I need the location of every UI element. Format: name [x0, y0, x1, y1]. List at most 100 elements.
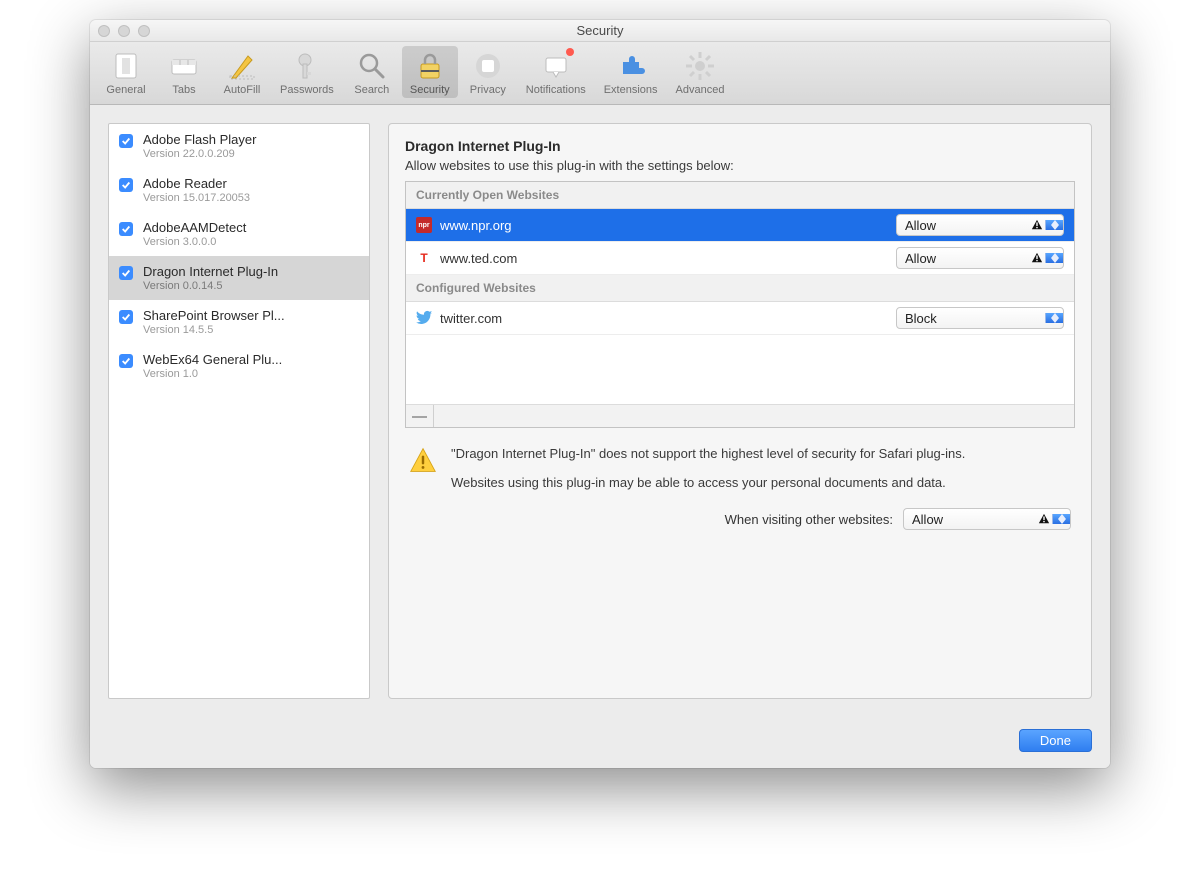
plugin-subtitle: Allow websites to use this plug-in with …	[405, 158, 1075, 173]
warning-line-2: Websites using this plug-in may be able …	[451, 475, 1071, 490]
plugin-item[interactable]: SharePoint Browser Pl...Version 14.5.5	[109, 300, 369, 344]
preferences-window: Security General Tabs AutoFill Passwords Sea…	[90, 20, 1110, 768]
websites-table-empty	[406, 335, 1074, 405]
permission-value: Block	[897, 311, 1045, 326]
toolbar-autofill[interactable]: AutoFill	[214, 46, 270, 98]
plugin-enabled-checkbox[interactable]	[119, 266, 133, 280]
plugin-item[interactable]: AdobeAAMDetectVersion 3.0.0.0	[109, 212, 369, 256]
websites-table: Currently Open Websites npr www.npr.org Al…	[405, 181, 1075, 428]
notifications-icon	[540, 50, 572, 82]
privacy-icon	[472, 50, 504, 82]
plugin-version: Version 22.0.0.209	[143, 148, 359, 160]
select-stepper-icon	[1045, 313, 1063, 323]
plugin-main-panel: Dragon Internet Plug-In Allow websites t…	[388, 123, 1092, 699]
plugin-name: WebEx64 General Plu...	[143, 352, 359, 367]
website-row[interactable]: npr www.npr.org Allow	[406, 209, 1074, 242]
plugin-enabled-checkbox[interactable]	[119, 134, 133, 148]
permission-value: Allow	[904, 512, 1036, 527]
permission-value: Allow	[897, 218, 1029, 233]
toolbar-tabs[interactable]: Tabs	[156, 46, 212, 98]
plugin-name: Adobe Reader	[143, 176, 359, 191]
permission-select[interactable]: Allow	[903, 508, 1071, 530]
preferences-toolbar: General Tabs AutoFill Passwords Search Securi…	[90, 42, 1110, 105]
toolbar-label: AutoFill	[224, 84, 261, 96]
toolbar-label: Privacy	[470, 84, 506, 96]
toolbar-label: Search	[354, 84, 389, 96]
warning-icon	[1036, 513, 1052, 525]
autofill-icon	[226, 50, 258, 82]
security-warning-block: "Dragon Internet Plug-In" does not suppo…	[405, 428, 1075, 496]
toolbar-advanced[interactable]: Advanced	[668, 46, 733, 98]
plugin-item[interactable]: Adobe ReaderVersion 15.017.20053	[109, 168, 369, 212]
toolbar-passwords[interactable]: Passwords	[272, 46, 342, 98]
permission-select[interactable]: Allow	[896, 247, 1064, 269]
select-stepper-icon	[1045, 220, 1063, 230]
warning-icon	[1029, 219, 1045, 231]
notification-badge-icon	[566, 48, 574, 56]
plugin-item[interactable]: Adobe Flash PlayerVersion 22.0.0.209	[109, 124, 369, 168]
toolbar-notifications[interactable]: Notifications	[518, 46, 594, 98]
website-domain: twitter.com	[440, 311, 888, 326]
permission-value: Allow	[897, 251, 1029, 266]
plugin-enabled-checkbox[interactable]	[119, 354, 133, 368]
extensions-icon	[615, 50, 647, 82]
general-icon	[110, 50, 142, 82]
done-button[interactable]: Done	[1019, 729, 1092, 752]
favicon-icon: npr	[416, 217, 432, 233]
toolbar-label: Passwords	[280, 84, 334, 96]
websites-table-footer: —	[406, 405, 1074, 427]
passwords-icon	[291, 50, 323, 82]
toolbar-label: Advanced	[676, 84, 725, 96]
security-warning-text: "Dragon Internet Plug-In" does not suppo…	[451, 446, 1071, 490]
warning-triangle-icon	[409, 446, 437, 474]
window-title: Security	[90, 23, 1110, 38]
plugin-name: Dragon Internet Plug-In	[143, 264, 359, 279]
advanced-icon	[684, 50, 716, 82]
toolbar-label: Tabs	[172, 84, 195, 96]
remove-website-button[interactable]: —	[406, 405, 434, 427]
content-area: Adobe Flash PlayerVersion 22.0.0.209Adob…	[90, 105, 1110, 717]
toolbar-search[interactable]: Search	[344, 46, 400, 98]
plugin-version: Version 3.0.0.0	[143, 236, 359, 248]
toolbar-general[interactable]: General	[98, 46, 154, 98]
website-domain: www.ted.com	[440, 251, 888, 266]
toolbar-privacy[interactable]: Privacy	[460, 46, 516, 98]
titlebar[interactable]: Security	[90, 20, 1110, 42]
plugin-item[interactable]: Dragon Internet Plug-InVersion 0.0.14.5	[109, 256, 369, 300]
plugin-name: SharePoint Browser Pl...	[143, 308, 359, 323]
section-open-websites: Currently Open Websites	[406, 182, 1074, 209]
toolbar-extensions[interactable]: Extensions	[596, 46, 666, 98]
plugin-version: Version 14.5.5	[143, 324, 359, 336]
plugin-enabled-checkbox[interactable]	[119, 222, 133, 236]
plugin-item[interactable]: WebEx64 General Plu...Version 1.0	[109, 344, 369, 388]
plugin-version: Version 0.0.14.5	[143, 280, 359, 292]
plugin-enabled-checkbox[interactable]	[119, 310, 133, 324]
select-stepper-icon	[1052, 514, 1070, 524]
search-icon	[356, 50, 388, 82]
tabs-icon	[168, 50, 200, 82]
other-websites-label: When visiting other websites:	[725, 512, 893, 527]
warning-icon	[1029, 252, 1045, 264]
plugin-name: AdobeAAMDetect	[143, 220, 359, 235]
website-row[interactable]: twitter.com Block	[406, 302, 1074, 335]
toolbar-label: Security	[410, 84, 450, 96]
toolbar-label: General	[106, 84, 145, 96]
favicon-icon: T	[416, 250, 432, 266]
footer-bar: Done	[90, 717, 1110, 768]
plugin-title: Dragon Internet Plug-In	[405, 138, 1075, 154]
permission-select[interactable]: Block	[896, 307, 1064, 329]
toolbar-label: Extensions	[604, 84, 658, 96]
plugin-sidebar[interactable]: Adobe Flash PlayerVersion 22.0.0.209Adob…	[108, 123, 370, 699]
website-row[interactable]: Twww.ted.com Allow	[406, 242, 1074, 275]
plugin-version: Version 15.017.20053	[143, 192, 359, 204]
permission-select[interactable]: Allow	[896, 214, 1064, 236]
plugin-version: Version 1.0	[143, 368, 359, 380]
toolbar-label: Notifications	[526, 84, 586, 96]
toolbar-security[interactable]: Security	[402, 46, 458, 98]
website-domain: www.npr.org	[440, 218, 888, 233]
warning-line-1: "Dragon Internet Plug-In" does not suppo…	[451, 446, 1071, 461]
section-configured-websites: Configured Websites	[406, 275, 1074, 302]
security-icon	[414, 50, 446, 82]
plugin-enabled-checkbox[interactable]	[119, 178, 133, 192]
plugin-name: Adobe Flash Player	[143, 132, 359, 147]
